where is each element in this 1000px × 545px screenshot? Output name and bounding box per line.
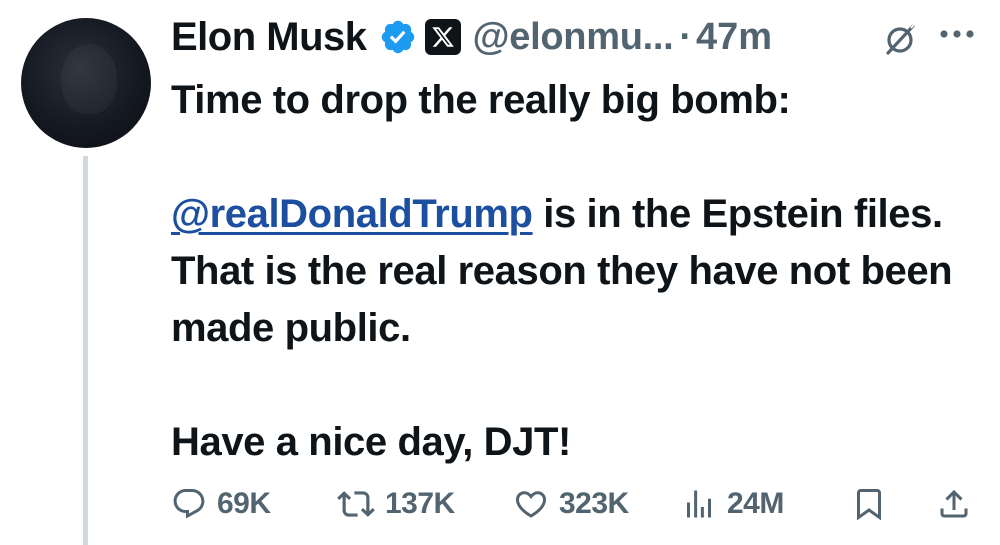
tweet-text: Time to drop the really big bomb: @realD… bbox=[171, 72, 991, 471]
more-options-icon[interactable] bbox=[937, 14, 977, 54]
like-button[interactable]: 323K bbox=[513, 482, 629, 526]
tweet-header: Elon Musk @elonmu... · 47m bbox=[171, 10, 981, 64]
action-bar: 69K 137K 323K 24M bbox=[171, 482, 981, 526]
views-icon bbox=[681, 486, 717, 522]
avatar[interactable] bbox=[21, 18, 151, 148]
views-count: 24M bbox=[727, 487, 784, 520]
author-name[interactable]: Elon Musk bbox=[171, 15, 367, 60]
x-logo-icon[interactable] bbox=[424, 19, 461, 55]
tweet-line-1: Time to drop the really big bomb: bbox=[171, 78, 791, 122]
repost-icon bbox=[337, 485, 375, 523]
author-handle[interactable]: @elonmu... bbox=[473, 16, 674, 59]
heart-icon bbox=[513, 486, 549, 522]
separator-dot: · bbox=[679, 15, 693, 58]
share-button[interactable] bbox=[936, 482, 972, 526]
repost-count: 137K bbox=[385, 487, 455, 520]
share-icon bbox=[936, 486, 972, 522]
mention-link[interactable]: @realDonaldTrump bbox=[171, 192, 533, 236]
grok-icon[interactable] bbox=[880, 19, 920, 59]
views-button[interactable]: 24M bbox=[681, 482, 784, 526]
like-count: 323K bbox=[559, 487, 629, 520]
reply-icon bbox=[171, 486, 207, 522]
thread-line bbox=[83, 156, 88, 545]
tweet-line-2: @realDonaldTrump is in the Epstein files… bbox=[171, 186, 991, 357]
reply-count: 69K bbox=[217, 487, 271, 520]
bookmark-icon bbox=[851, 486, 887, 522]
tweet-line-3: Have a nice day, DJT! bbox=[171, 420, 571, 464]
bookmark-button[interactable] bbox=[851, 482, 887, 526]
verified-badge-icon[interactable] bbox=[379, 18, 417, 56]
repost-button[interactable]: 137K bbox=[337, 482, 455, 526]
reply-button[interactable]: 69K bbox=[171, 482, 271, 526]
timestamp[interactable]: 47m bbox=[696, 16, 772, 59]
tweet[interactable]: Elon Musk @elonmu... · 47m Time to drop … bbox=[0, 0, 1000, 545]
